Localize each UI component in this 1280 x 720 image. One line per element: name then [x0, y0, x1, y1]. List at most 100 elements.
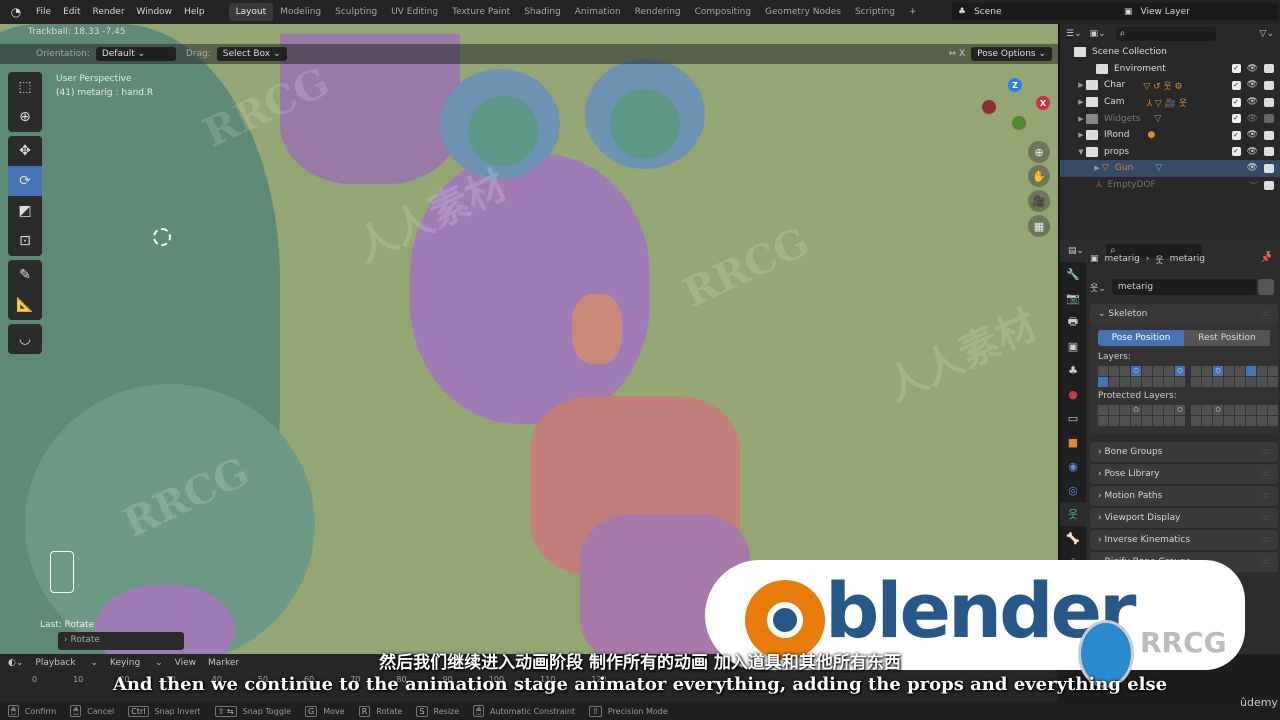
layer-cell[interactable] — [1246, 366, 1256, 376]
editor-type-icon[interactable]: ▤⌄ — [1068, 246, 1084, 256]
gizmo-z-axis[interactable]: Z — [1008, 78, 1022, 92]
layer-cell[interactable] — [1257, 366, 1267, 376]
pose-options-dropdown[interactable]: Pose Options ⌄ — [971, 47, 1052, 61]
layer-cell[interactable] — [1142, 366, 1152, 376]
layer-cell[interactable] — [1109, 416, 1119, 426]
pan-hand-icon[interactable]: ✋ — [1028, 165, 1050, 187]
layer-cell[interactable] — [1246, 405, 1256, 415]
layer-cell[interactable] — [1109, 366, 1119, 376]
layer-cell[interactable] — [1098, 377, 1108, 387]
layer-cell[interactable] — [1202, 366, 1212, 376]
layer-cell[interactable] — [1109, 377, 1119, 387]
outliner-row[interactable]: ▶ Widgets ▽ ✓ 👁 — [1060, 110, 1280, 127]
expand-arrow[interactable]: ▶ — [1076, 131, 1086, 139]
rotate-tool[interactable]: ⟳ — [8, 166, 42, 196]
armature-data-tab-icon[interactable]: 웃 — [1060, 502, 1086, 526]
layer-cell[interactable] — [1202, 405, 1212, 415]
tab-shading[interactable]: Shading — [517, 3, 568, 21]
select-box-tool[interactable]: ⬚ — [8, 72, 42, 102]
tab-scripting[interactable]: Scripting — [848, 3, 902, 21]
layer-cell[interactable] — [1131, 416, 1141, 426]
tab-texture-paint[interactable]: Texture Paint — [445, 3, 517, 21]
protected-grid-right[interactable]: ○ — [1191, 405, 1278, 426]
eye-icon[interactable]: 👁 — [1247, 163, 1258, 173]
layer-cell[interactable] — [1191, 366, 1201, 376]
blender-icon[interactable]: ◔ — [8, 4, 24, 20]
layer-cell[interactable] — [1224, 405, 1234, 415]
layer-cell[interactable]: ○ — [1213, 405, 1223, 415]
exclude-checkbox[interactable]: ✓ — [1231, 97, 1241, 107]
protected-grid-left[interactable]: ○ ○ — [1098, 405, 1185, 426]
outliner-root[interactable]: Scene Collection — [1060, 44, 1280, 61]
pin-icon[interactable]: 📌 — [1261, 254, 1272, 264]
orientation-dropdown[interactable]: Default ⌄ — [95, 47, 176, 61]
tab-animation[interactable]: Animation — [568, 3, 628, 21]
exclude-checkbox[interactable]: ✓ — [1231, 114, 1241, 124]
layer-cell[interactable] — [1257, 405, 1267, 415]
layer-cell[interactable] — [1131, 377, 1141, 387]
camera-view-icon[interactable]: 🎥 — [1028, 190, 1050, 212]
layer-cell[interactable] — [1224, 366, 1234, 376]
eye-icon[interactable]: 👁 — [1247, 97, 1258, 107]
collapse-arrow[interactable]: ▼ — [1076, 148, 1086, 156]
layer-cell[interactable] — [1153, 366, 1163, 376]
tab-rendering[interactable]: Rendering — [628, 3, 688, 21]
display-mode-icon[interactable]: ☰⌄ — [1066, 29, 1082, 39]
panel-motion-paths[interactable]: › Motion Paths ∷∷ — [1090, 486, 1278, 506]
outliner-row[interactable]: ⅄ EmptyDOF ︶ — [1060, 177, 1280, 194]
layer-cell[interactable] — [1153, 377, 1163, 387]
outliner-row-selected[interactable]: ▶ ▽ Gun ▽ 👁 — [1060, 160, 1280, 177]
zoom-icon[interactable]: ⊕ — [1028, 141, 1050, 163]
layers-grid-right[interactable]: ○ — [1191, 366, 1278, 387]
menu-edit[interactable]: Edit — [57, 7, 86, 17]
scale-tool[interactable]: ◩ — [8, 196, 42, 226]
measure-tool[interactable]: 📐 — [8, 290, 42, 320]
eye-icon[interactable]: 👁 — [1247, 130, 1258, 140]
hidden-eye-icon[interactable]: ︶ — [1249, 179, 1258, 192]
filter-icon[interactable]: ▽⌄ — [1260, 29, 1274, 39]
render-icon[interactable] — [1264, 163, 1274, 173]
rest-position-button[interactable]: Rest Position — [1184, 330, 1270, 346]
menu-window[interactable]: Window — [131, 7, 179, 17]
cursor-tool[interactable]: ⊕ — [8, 102, 42, 132]
expand-arrow[interactable]: ▶ — [1076, 81, 1086, 89]
render-icon[interactable] — [1264, 130, 1274, 140]
filter-view-icon[interactable]: ▣⌄ — [1090, 29, 1106, 39]
outliner-row[interactable]: ▶ IRond ● ✓ 👁 — [1060, 127, 1280, 144]
render-tab-icon[interactable]: 📷 — [1060, 286, 1086, 310]
layer-cell[interactable] — [1153, 416, 1163, 426]
gizmo-neg-x-axis[interactable] — [982, 100, 996, 114]
outliner-row[interactable]: ▶ Char ▽ ↺ 웃 ⚙ ✓ 👁 — [1060, 77, 1280, 94]
menu-file[interactable]: File — [30, 7, 57, 17]
add-workspace-button[interactable]: + — [902, 3, 924, 21]
eye-icon[interactable]: 👁 — [1247, 147, 1258, 157]
tab-sculpting[interactable]: Sculpting — [328, 3, 384, 21]
layer-cell[interactable] — [1246, 416, 1256, 426]
layer-cell[interactable] — [1191, 377, 1201, 387]
panel-inverse-kinematics[interactable]: › Inverse Kinematics ∷∷ — [1090, 530, 1278, 550]
expand-arrow[interactable]: ▶ — [1076, 115, 1086, 123]
layer-cell[interactable] — [1246, 377, 1256, 387]
menu-render[interactable]: Render — [87, 7, 131, 17]
exclude-checkbox[interactable]: ✓ — [1231, 147, 1241, 157]
annotate-tool[interactable]: ✎ — [8, 260, 42, 290]
gizmo-y-axis[interactable] — [1012, 116, 1026, 130]
view-layer-selector[interactable]: ▣ View Layer — [1118, 3, 1278, 20]
transform-tool[interactable]: ⊡ — [8, 226, 42, 256]
layer-cell[interactable] — [1191, 416, 1201, 426]
drag-dropdown[interactable]: Select Box ⌄ — [216, 47, 287, 61]
layer-cell[interactable] — [1235, 405, 1245, 415]
scene-tab-icon[interactable]: ♣ — [1060, 358, 1086, 382]
scene-selector[interactable]: ♣ Scene — [952, 3, 1120, 20]
layer-cell[interactable] — [1120, 366, 1130, 376]
gizmo-x-axis[interactable]: X — [1036, 96, 1050, 110]
collection-tab-icon[interactable]: ▭ — [1060, 406, 1086, 430]
layer-cell[interactable] — [1164, 416, 1174, 426]
mirror-icon[interactable]: ⇔ X — [949, 49, 966, 59]
exclude-checkbox[interactable]: ✓ — [1231, 80, 1241, 90]
layer-cell[interactable] — [1120, 416, 1130, 426]
exclude-checkbox[interactable]: ✓ — [1231, 130, 1241, 140]
eye-icon[interactable]: 👁 — [1247, 114, 1258, 124]
layer-cell[interactable]: ○ — [1131, 405, 1141, 415]
datablock-name-field[interactable]: metarig — [1111, 279, 1256, 295]
